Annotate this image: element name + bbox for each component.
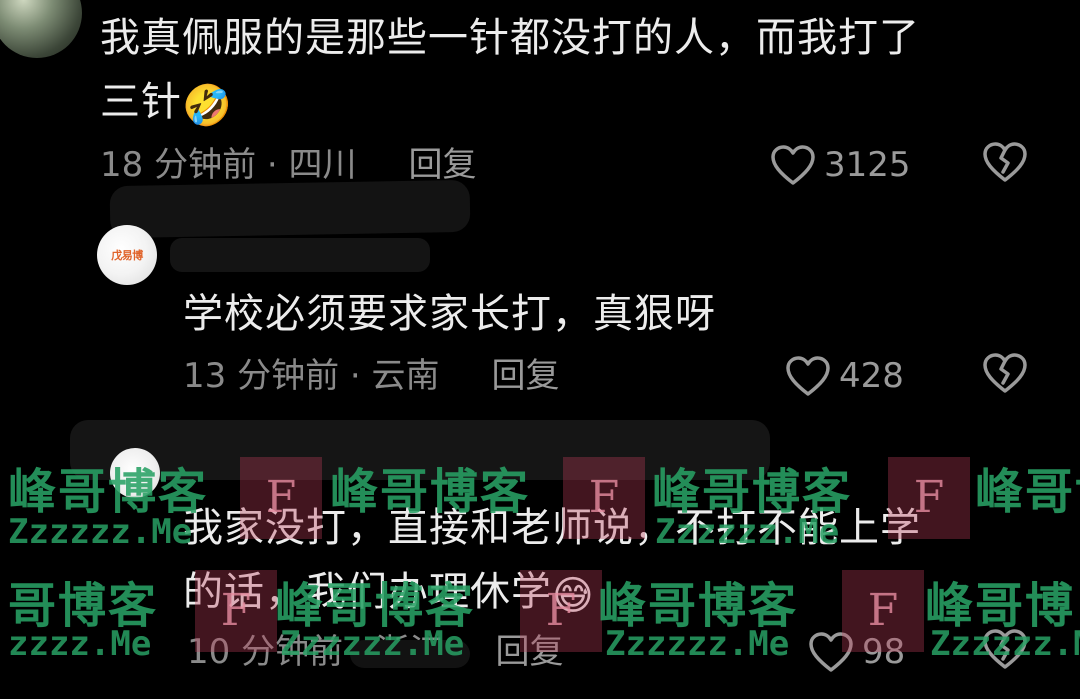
- comment-line: 的话，我们办理休学: [183, 569, 552, 615]
- comment-line: 三针: [100, 79, 182, 125]
- like-count: 3125: [824, 145, 911, 185]
- avatar-logo-text: 戊易博: [111, 249, 143, 262]
- redaction-mark: [70, 420, 770, 480]
- heart-outline-icon: [771, 145, 815, 185]
- reply-button[interactable]: 回复: [496, 632, 564, 672]
- like-count: 428: [839, 356, 904, 396]
- like-button[interactable]: 98: [808, 627, 905, 677]
- like-count: 98: [862, 632, 906, 672]
- comment-text: 我真佩服的是那些一针都没打的人，而我打了 三针🤣: [100, 6, 1020, 134]
- broken-heart-icon: [983, 629, 1027, 669]
- comment-line: 学校必须要求家长打，真狠呀: [183, 291, 716, 337]
- watermark-text: 哥博客: [8, 578, 159, 634]
- avatar[interactable]: [110, 448, 160, 498]
- avatar[interactable]: 戊易博: [97, 225, 157, 285]
- avatar[interactable]: [0, 0, 82, 58]
- comment-line: 我真佩服的是那些一针都没打的人，而我打了: [100, 15, 920, 61]
- timestamp-location: 13 分钟前 · 云南: [183, 356, 440, 396]
- watermark-text: Zzzzzz.Me: [8, 512, 193, 552]
- broken-heart-icon: [983, 353, 1027, 393]
- like-button[interactable]: 428: [785, 351, 904, 401]
- heart-outline-icon: [786, 356, 830, 396]
- watermark-text: zzzz.Me: [8, 624, 152, 664]
- comment-meta: 13 分钟前 · 云南 回复: [183, 351, 560, 401]
- reply-button[interactable]: 回复: [409, 145, 477, 185]
- grin-sweat-emoji-icon: 😅: [552, 573, 595, 619]
- redaction-mark: [170, 238, 430, 272]
- dislike-button[interactable]: [982, 352, 1028, 398]
- redaction-mark: [350, 640, 470, 668]
- heart-outline-icon: [809, 632, 853, 672]
- like-button[interactable]: 3125: [770, 140, 911, 190]
- timestamp-location: 18 分钟前 · 四川: [100, 145, 357, 185]
- redaction-mark: [109, 179, 471, 239]
- comment-line: 我家没打，直接和老师说，不打不能上学: [183, 505, 921, 551]
- broken-heart-icon: [983, 142, 1027, 182]
- comment-text: 我家没打，直接和老师说，不打不能上学 的话，我们办理休学😅: [183, 496, 1043, 624]
- reply-button[interactable]: 回复: [492, 356, 560, 396]
- comment-text: 学校必须要求家长打，真狠呀: [183, 282, 1043, 346]
- watermark-text: Zzzzzz.Me: [605, 624, 790, 664]
- dislike-button[interactable]: [982, 141, 1028, 187]
- rofl-emoji-icon: 🤣: [182, 83, 233, 129]
- dislike-button[interactable]: [982, 628, 1028, 674]
- comment-feed: 我真佩服的是那些一针都没打的人，而我打了 三针🤣 18 分钟前 · 四川 回复 3…: [0, 0, 1080, 699]
